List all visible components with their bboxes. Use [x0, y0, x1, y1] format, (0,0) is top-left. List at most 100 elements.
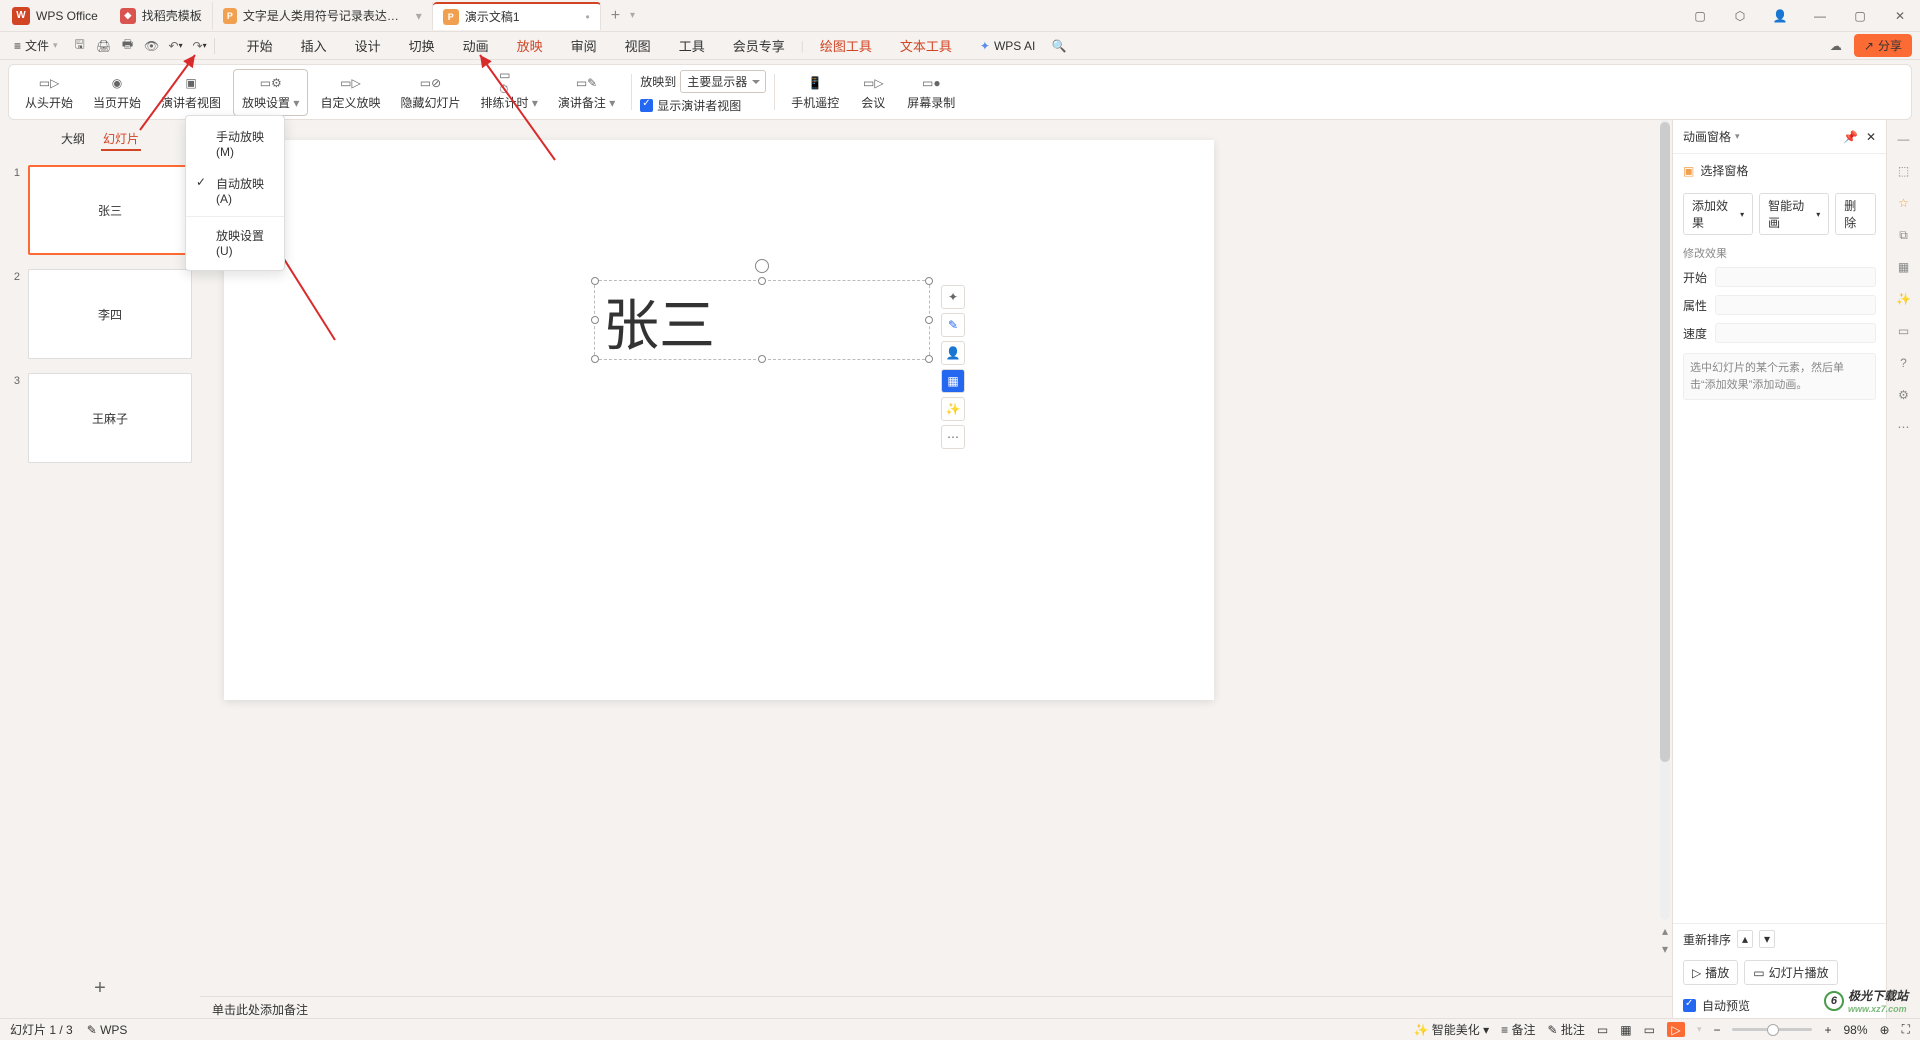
- phone-remote[interactable]: 📱 手机遥控: [783, 72, 847, 113]
- delete-effect-button[interactable]: 删除: [1835, 193, 1876, 235]
- slideshow-settings[interactable]: ▭⚙ 放映设置 ▾: [233, 69, 308, 116]
- manual-play-item[interactable]: 手动放映(M): [186, 120, 284, 167]
- rotate-handle[interactable]: [755, 259, 769, 273]
- notes-area[interactable]: 单击此处添加备注: [200, 996, 1672, 1020]
- magic-tool-icon[interactable]: ✨: [941, 397, 965, 421]
- scroll-thumb[interactable]: [1660, 122, 1670, 762]
- rail-icon[interactable]: ⧉: [1895, 226, 1913, 244]
- minimize-icon[interactable]: —: [1808, 4, 1832, 28]
- resize-handle[interactable]: [925, 277, 933, 285]
- play-from-start[interactable]: ▭▷ 从头开始: [17, 72, 81, 113]
- notes-toggle[interactable]: ≡ 备注: [1501, 1021, 1535, 1038]
- close-panel-icon[interactable]: ✕: [1866, 130, 1876, 144]
- resize-handle[interactable]: [925, 355, 933, 363]
- ai-tool-icon[interactable]: ✦: [941, 285, 965, 309]
- rail-icon[interactable]: ⬚: [1895, 162, 1913, 180]
- selection-pane-link[interactable]: ▣ 选择窗格: [1673, 154, 1886, 187]
- outline-tab[interactable]: 大纲: [59, 128, 87, 151]
- file-menu[interactable]: ≡ 文件 ▾: [8, 37, 64, 54]
- display-select[interactable]: 主要显示器: [680, 70, 766, 93]
- start-select[interactable]: [1715, 267, 1876, 287]
- slide-thumbnail[interactable]: 李四: [28, 269, 192, 359]
- rail-icon[interactable]: ✨: [1895, 290, 1913, 308]
- preview-icon[interactable]: 👁: [144, 38, 160, 54]
- show-presenter-checkbox[interactable]: 显示演讲者视图: [640, 97, 741, 114]
- doc-tab-presentation[interactable]: P 演示文稿1 •: [433, 2, 601, 30]
- redo-icon[interactable]: ↷▾: [192, 38, 208, 54]
- play-settings-item[interactable]: 放映设置(U): [186, 219, 284, 266]
- dropdown-icon[interactable]: ▾: [630, 10, 635, 21]
- smart-anim-button[interactable]: 智能动画▾: [1759, 193, 1829, 235]
- rail-icon[interactable]: ▦: [1895, 258, 1913, 276]
- resize-handle[interactable]: [591, 277, 599, 285]
- rail-icon[interactable]: ▭: [1895, 322, 1913, 340]
- share-button[interactable]: ↗分享: [1854, 34, 1912, 57]
- tab-tools[interactable]: 工具: [667, 32, 717, 59]
- view-play-icon[interactable]: ▷: [1667, 1022, 1685, 1037]
- tab-animation[interactable]: 动画: [451, 32, 501, 59]
- slide-text[interactable]: 张三: [595, 281, 929, 362]
- add-slide-button[interactable]: +: [86, 969, 114, 1008]
- edit-tool-icon[interactable]: ✎: [941, 313, 965, 337]
- zoom-out-icon[interactable]: −: [1713, 1023, 1720, 1037]
- view-sorter-icon[interactable]: ▦: [1620, 1023, 1631, 1037]
- add-effect-button[interactable]: 添加效果▾: [1683, 193, 1753, 235]
- comments-toggle[interactable]: ✎ 批注: [1548, 1021, 1585, 1038]
- pin-icon[interactable]: 📌: [1843, 130, 1858, 144]
- screen-record[interactable]: ▭● 屏幕录制: [899, 72, 963, 113]
- resize-handle[interactable]: [758, 277, 766, 285]
- rail-star-icon[interactable]: ☆: [1895, 194, 1913, 212]
- presenter-view[interactable]: ▣ 演讲者视图: [153, 72, 229, 113]
- thumbnail-item[interactable]: 1 张三: [8, 165, 192, 255]
- dropdown-icon[interactable]: ▾: [416, 9, 422, 23]
- text-box[interactable]: 张三 ✦ ✎ 👤 ▦ ✨ ⋯: [594, 280, 930, 360]
- tab-view[interactable]: 视图: [613, 32, 663, 59]
- apps-icon[interactable]: ⬡: [1728, 4, 1752, 28]
- resize-handle[interactable]: [591, 316, 599, 324]
- slide[interactable]: 张三 ✦ ✎ 👤 ▦ ✨ ⋯: [224, 140, 1214, 700]
- slide-thumbnail[interactable]: 张三: [28, 165, 192, 255]
- window-restore-icon[interactable]: ▢: [1688, 4, 1712, 28]
- move-down-icon[interactable]: ▾: [1759, 930, 1775, 948]
- rail-icon[interactable]: ⚙: [1895, 386, 1913, 404]
- play-button[interactable]: ▷播放: [1683, 960, 1738, 985]
- play-current[interactable]: ◉ 当页开始: [85, 72, 149, 113]
- chevron-down-icon[interactable]: ▾: [1735, 131, 1740, 142]
- smart-beautify[interactable]: ✨ 智能美化 ▾: [1413, 1021, 1489, 1038]
- attr-select[interactable]: [1715, 295, 1876, 315]
- tab-design[interactable]: 设计: [343, 32, 393, 59]
- wps-status[interactable]: ✎ WPS: [87, 1023, 128, 1037]
- resize-handle[interactable]: [591, 355, 599, 363]
- tab-member[interactable]: 会员专享: [721, 32, 797, 59]
- fit-icon[interactable]: ⊕: [1880, 1023, 1890, 1037]
- thumbnail-item[interactable]: 2 李四: [8, 269, 192, 359]
- scroll-up-icon[interactable]: ▴: [1660, 924, 1670, 938]
- rail-help-icon[interactable]: ?: [1895, 354, 1913, 372]
- tab-transition[interactable]: 切换: [397, 32, 447, 59]
- avatar-icon[interactable]: 👤: [1768, 4, 1792, 28]
- maximize-icon[interactable]: ▢: [1848, 4, 1872, 28]
- doc-tab-document[interactable]: P 文字是人类用符号记录表达信息以... ▾: [213, 2, 433, 30]
- slideshow-button[interactable]: ▭幻灯片播放: [1744, 960, 1837, 985]
- resize-handle[interactable]: [925, 316, 933, 324]
- undo-icon[interactable]: ↶▾: [168, 38, 184, 54]
- zoom-slider[interactable]: [1732, 1028, 1812, 1031]
- rail-more-icon[interactable]: ⋯: [1895, 418, 1913, 436]
- save-icon[interactable]: 🖫: [72, 38, 88, 54]
- canvas[interactable]: 张三 ✦ ✎ 👤 ▦ ✨ ⋯ ▴ ▾: [200, 120, 1672, 996]
- move-up-icon[interactable]: ▴: [1737, 930, 1753, 948]
- hide-slide[interactable]: ▭⊘ 隐藏幻灯片: [392, 72, 468, 113]
- view-normal-icon[interactable]: ▭: [1597, 1023, 1608, 1037]
- tab-start[interactable]: 开始: [235, 32, 285, 59]
- view-reading-icon[interactable]: ▭: [1644, 1023, 1655, 1037]
- slide-thumbnail[interactable]: 王麻子: [28, 373, 192, 463]
- speaker-notes[interactable]: ▭✎ 演讲备注 ▾: [550, 72, 623, 113]
- zoom-in-icon[interactable]: +: [1824, 1023, 1831, 1037]
- meeting[interactable]: ▭▷ 会议: [851, 72, 895, 113]
- search-icon[interactable]: 🔍: [1051, 38, 1067, 54]
- wps-ai[interactable]: ✦WPS AI: [968, 35, 1047, 57]
- rehearse-timings[interactable]: ▭⏱ 排练计时 ▾: [472, 72, 545, 113]
- tab-text-tools[interactable]: 文本工具: [888, 32, 964, 59]
- close-icon[interactable]: ✕: [1888, 4, 1912, 28]
- fullscreen-icon[interactable]: ⛶: [1902, 1022, 1910, 1037]
